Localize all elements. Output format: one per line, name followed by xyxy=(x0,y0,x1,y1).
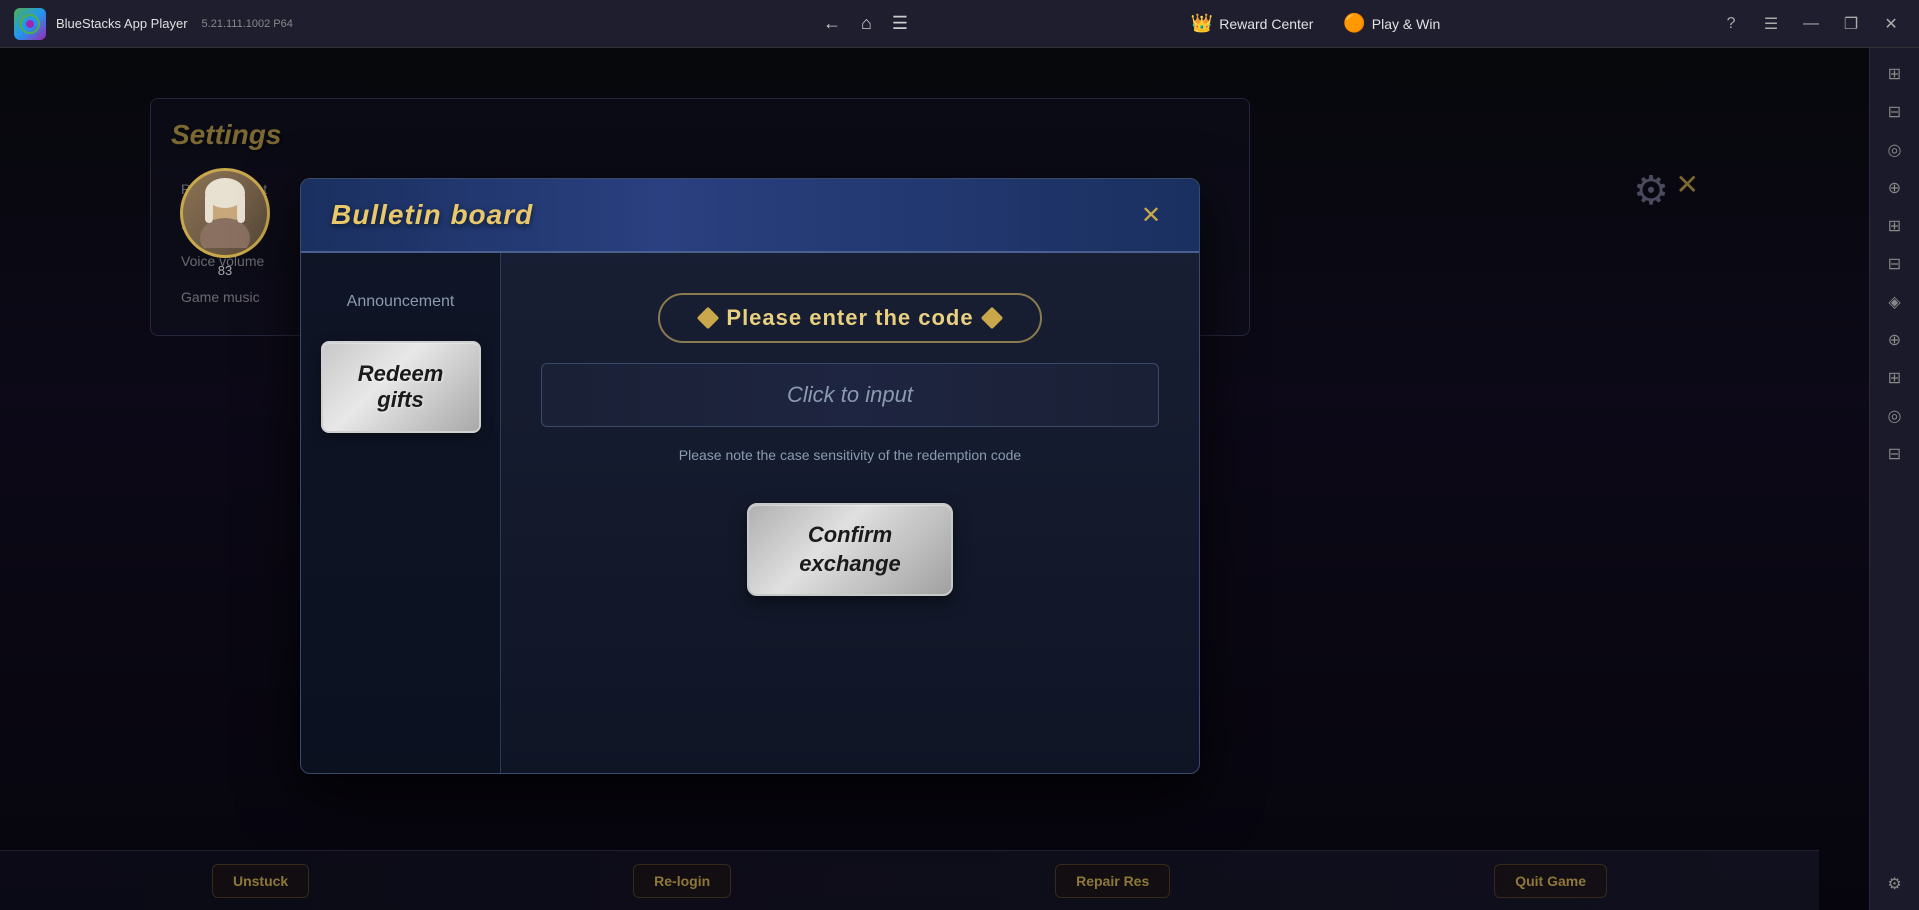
bottom-bar: Unstuck Re-login Repair Res Quit Game xyxy=(0,850,1819,910)
character-level: 83 xyxy=(218,263,232,278)
coin-icon: 🟠 xyxy=(1343,13,1365,34)
titlebar-nav: ← ⌂ ☰ xyxy=(803,13,928,34)
crown-icon: 👑 xyxy=(1191,13,1213,34)
diamond-left-icon xyxy=(697,307,720,330)
diamond-right-icon xyxy=(980,307,1003,330)
character-area: 83 xyxy=(180,168,270,278)
sidebar-icon-6[interactable]: ⊟ xyxy=(1877,246,1913,282)
titlebar: BlueStacks App Player 5.21.111.1002 P64 … xyxy=(0,0,1919,48)
bookmark-button[interactable]: ☰ xyxy=(892,13,908,34)
bulletin-sidebar: Announcement Redeem gifts xyxy=(301,253,501,773)
code-input-wrapper xyxy=(541,363,1159,427)
code-hint-text: Please note the case sensitivity of the … xyxy=(679,447,1021,463)
sidebar-icon-1[interactable]: ⊞ xyxy=(1877,56,1913,92)
unstuck-button[interactable]: Unstuck xyxy=(212,864,309,898)
bulletin-modal: Bulletin board ✕ Announcement Redeem gif… xyxy=(300,178,1200,774)
sidebar-icon-5[interactable]: ⊞ xyxy=(1877,208,1913,244)
avatar xyxy=(180,168,270,258)
home-button[interactable]: ⌂ xyxy=(861,13,872,34)
settings-title: Settings xyxy=(171,119,1229,151)
help-button[interactable]: ? xyxy=(1717,10,1745,38)
code-badge-bg: Please enter the code xyxy=(658,293,1041,343)
menu-button[interactable]: ☰ xyxy=(1757,10,1785,38)
tab-redeem-gifts[interactable]: Redeem gifts xyxy=(321,341,481,433)
redeem-gifts-label: Redeem gifts xyxy=(343,361,459,413)
bg-close-icon[interactable]: ✕ xyxy=(1676,168,1699,201)
sidebar-icon-4[interactable]: ⊕ xyxy=(1877,170,1913,206)
maximize-button[interactable]: ❐ xyxy=(1837,10,1865,38)
titlebar-right: ? ☰ — ❐ ✕ xyxy=(1703,10,1919,38)
relogin-button[interactable]: Re-login xyxy=(633,864,731,898)
bulletin-close-button[interactable]: ✕ xyxy=(1133,197,1169,233)
app-version: 5.21.111.1002 P64 xyxy=(202,18,293,30)
titlebar-left: BlueStacks App Player 5.21.111.1002 P64 xyxy=(0,8,803,40)
reward-center-label: Reward Center xyxy=(1219,16,1313,32)
sidebar-icon-11[interactable]: ⊟ xyxy=(1877,436,1913,472)
sidebar-icon-8[interactable]: ⊕ xyxy=(1877,322,1913,358)
code-badge-text: Please enter the code xyxy=(726,305,973,331)
quit-game-button[interactable]: Quit Game xyxy=(1494,864,1607,898)
close-button[interactable]: ✕ xyxy=(1877,10,1905,38)
bulletin-title: Bulletin board xyxy=(331,199,533,231)
sidebar-icon-9[interactable]: ⊞ xyxy=(1877,360,1913,396)
bulletin-body: Announcement Redeem gifts Please enter t… xyxy=(301,253,1199,773)
sidebar-icon-more[interactable]: ⚙ xyxy=(1877,866,1913,902)
play-win-label: Play & Win xyxy=(1372,16,1440,32)
titlebar-center: 👑 Reward Center 🟠 Play & Win xyxy=(928,13,1703,34)
gear-bg-icon: ⚙ xyxy=(1633,168,1669,214)
sidebar-icon-10[interactable]: ◎ xyxy=(1877,398,1913,434)
game-background: Settings Priority Target Sound effects V… xyxy=(0,48,1869,910)
reward-center-button[interactable]: 👑 Reward Center xyxy=(1191,13,1314,34)
back-button[interactable]: ← xyxy=(823,13,841,34)
bulletin-header: Bulletin board ✕ xyxy=(301,179,1199,253)
sidebar-icon-2[interactable]: ⊟ xyxy=(1877,94,1913,130)
sidebar-icon-7[interactable]: ◈ xyxy=(1877,284,1913,320)
repair-res-button[interactable]: Repair Res xyxy=(1055,864,1170,898)
confirm-button-label: Confirm exchange xyxy=(799,521,901,578)
minimize-button[interactable]: — xyxy=(1797,10,1825,38)
play-win-button[interactable]: 🟠 Play & Win xyxy=(1343,13,1440,34)
code-input[interactable] xyxy=(541,363,1159,427)
app-icon xyxy=(14,8,46,40)
confirm-exchange-button[interactable]: Confirm exchange xyxy=(747,503,953,596)
bulletin-content: Please enter the code Please note the ca… xyxy=(501,253,1199,773)
right-sidebar: ⊞ ⊟ ◎ ⊕ ⊞ ⊟ ◈ ⊕ ⊞ ◎ ⊟ ⚙ xyxy=(1869,48,1919,910)
code-badge: Please enter the code xyxy=(658,293,1041,343)
tab-announcement[interactable]: Announcement xyxy=(337,283,465,321)
sidebar-icon-3[interactable]: ◎ xyxy=(1877,132,1913,168)
app-title: BlueStacks App Player xyxy=(56,16,188,31)
